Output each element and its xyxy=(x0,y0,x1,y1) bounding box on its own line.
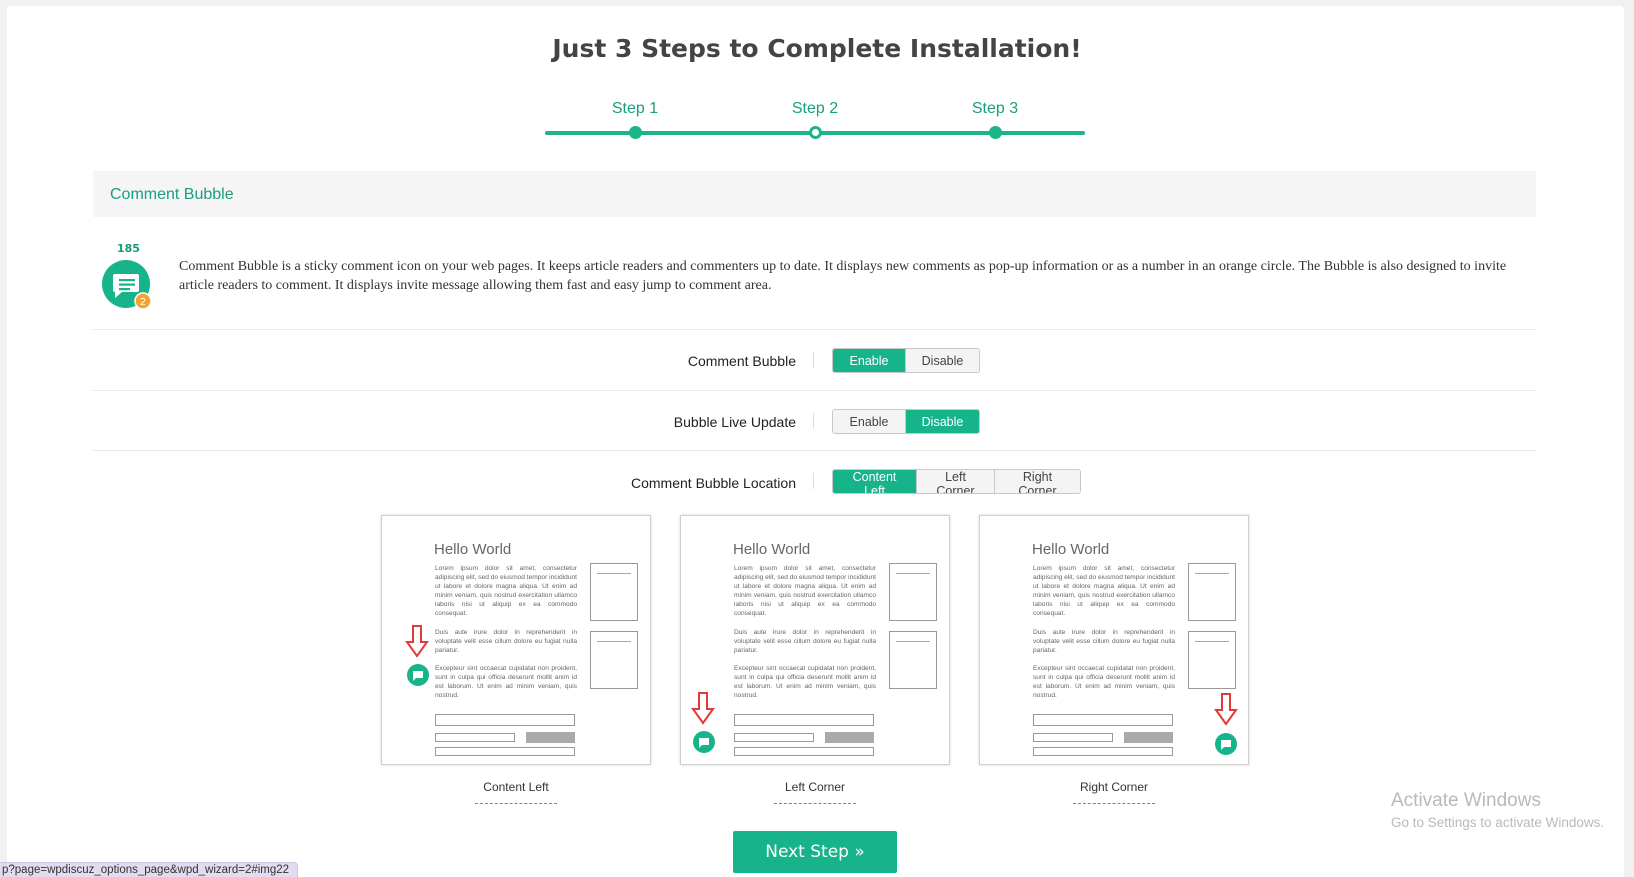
section-title: Comment Bubble xyxy=(110,186,234,203)
divider xyxy=(93,329,1536,330)
preview-submit xyxy=(526,732,575,743)
preview-paragraph: Duis aute irure dolor in reprehenderit i… xyxy=(435,629,577,654)
preview-comment-field xyxy=(1033,714,1173,726)
live-update-toggle: Enable Disable xyxy=(832,409,980,434)
windows-activation-title: Activate Windows xyxy=(1391,790,1541,811)
divider xyxy=(93,450,1536,451)
live-update-label: Bubble Live Update xyxy=(673,414,796,430)
caption-right-corner: Right Corner xyxy=(1079,780,1149,794)
preview-content-left[interactable]: Hello World Lorem ipsum dolor sit amet, … xyxy=(381,515,651,765)
comment-bubble-label: Comment Bubble xyxy=(687,353,796,369)
comment-bubble-enable-button[interactable]: Enable xyxy=(833,349,906,372)
preview-paragraph: Excepteur sint occaecat cupidatat non pr… xyxy=(435,665,577,699)
location-right-corner-button[interactable]: Right Corner xyxy=(995,470,1080,493)
step-3-label: Step 3 xyxy=(971,100,1019,117)
step-progress: Step 1 Step 2 Step 3 xyxy=(545,96,1085,146)
step-3-dot[interactable] xyxy=(988,126,1002,139)
comment-bubble-icon xyxy=(693,731,715,753)
step-1-dot[interactable] xyxy=(628,126,642,139)
preview-sidebar-box xyxy=(1188,631,1236,689)
preview-title: Hello World xyxy=(434,541,512,558)
bubble-badge: 2 xyxy=(140,297,146,308)
preview-comment-field xyxy=(435,714,575,726)
live-update-enable-button[interactable]: Enable xyxy=(833,410,906,433)
preview-title: Hello World xyxy=(733,541,811,558)
preview-field xyxy=(734,747,874,756)
location-label: Comment Bubble Location xyxy=(631,475,796,491)
red-arrow-down-icon xyxy=(405,625,429,658)
live-update-disable-button[interactable]: Disable xyxy=(906,410,979,433)
preview-field xyxy=(1033,747,1173,756)
divider xyxy=(93,390,1536,391)
caption-underline xyxy=(774,803,856,804)
preview-paragraph: Excepteur sint occaecat cupidatat non pr… xyxy=(1033,665,1175,699)
preview-paragraph: Duis aute irure dolor in reprehenderit i… xyxy=(1033,629,1175,654)
location-content-left-button[interactable]: Content Left xyxy=(833,470,917,493)
location-toggle: Content Left Left Corner Right Corner xyxy=(832,469,1081,494)
caption-content-left: Content Left xyxy=(483,780,549,794)
step-2-label: Step 2 xyxy=(791,100,839,117)
comment-bubble-icon: 2 xyxy=(102,260,152,310)
comment-bubble-icon xyxy=(1215,733,1237,755)
preview-title: Hello World xyxy=(1032,541,1110,558)
preview-submit xyxy=(825,732,874,743)
caption-underline xyxy=(1073,803,1155,804)
preview-left-corner[interactable]: Hello World Lorem ipsum dolor sit amet, … xyxy=(680,515,950,765)
preview-sidebar-box xyxy=(1188,563,1236,621)
preview-paragraph: Lorem ipsum dolor sit amet, consectetur … xyxy=(734,565,876,617)
caption-left-corner: Left Corner xyxy=(784,780,846,794)
section-description: Comment Bubble is a sticky comment icon … xyxy=(179,259,1507,293)
comment-bubble-disable-button[interactable]: Disable xyxy=(906,349,979,372)
preview-paragraph: Excepteur sint occaecat cupidatat non pr… xyxy=(734,665,876,699)
comment-bubble-icon xyxy=(407,664,429,686)
preview-comment-field xyxy=(734,714,874,726)
location-left-corner-button[interactable]: Left Corner xyxy=(917,470,995,493)
preview-right-corner[interactable]: Hello World Lorem ipsum dolor sit amet, … xyxy=(979,515,1249,765)
section-header: Comment Bubble xyxy=(93,171,1536,217)
preview-field xyxy=(435,733,515,742)
preview-submit xyxy=(1124,732,1173,743)
separator xyxy=(813,352,814,368)
preview-paragraph: Lorem ipsum dolor sit amet, consectetur … xyxy=(1033,565,1175,617)
step-1-label: Step 1 xyxy=(611,100,659,117)
windows-activation-subtitle: Go to Settings to activate Windows. xyxy=(1391,815,1605,830)
caption-underline xyxy=(475,803,557,804)
next-step-button[interactable]: Next Step » xyxy=(733,831,897,873)
separator xyxy=(813,473,814,489)
preview-field xyxy=(435,747,575,756)
status-bar-url: p?page=wpdiscuz_options_page&wpd_wizard=… xyxy=(0,862,299,877)
preview-sidebar-box xyxy=(889,563,937,621)
preview-field xyxy=(1033,733,1113,742)
red-arrow-down-icon xyxy=(1214,693,1238,726)
preview-sidebar-box xyxy=(590,563,638,621)
separator xyxy=(813,413,814,429)
preview-paragraph: Lorem ipsum dolor sit amet, consectetur … xyxy=(435,565,577,617)
bubble-count: 185 xyxy=(117,242,140,255)
preview-field xyxy=(734,733,814,742)
comment-bubble-toggle: Enable Disable xyxy=(832,348,980,373)
red-arrow-down-icon xyxy=(691,692,715,725)
preview-paragraph: Duis aute irure dolor in reprehenderit i… xyxy=(734,629,876,654)
preview-sidebar-box xyxy=(590,631,638,689)
wizard-title: Just 3 Steps to Complete Installation! xyxy=(552,34,1082,63)
preview-sidebar-box xyxy=(889,631,937,689)
step-2-dot[interactable] xyxy=(808,126,822,139)
